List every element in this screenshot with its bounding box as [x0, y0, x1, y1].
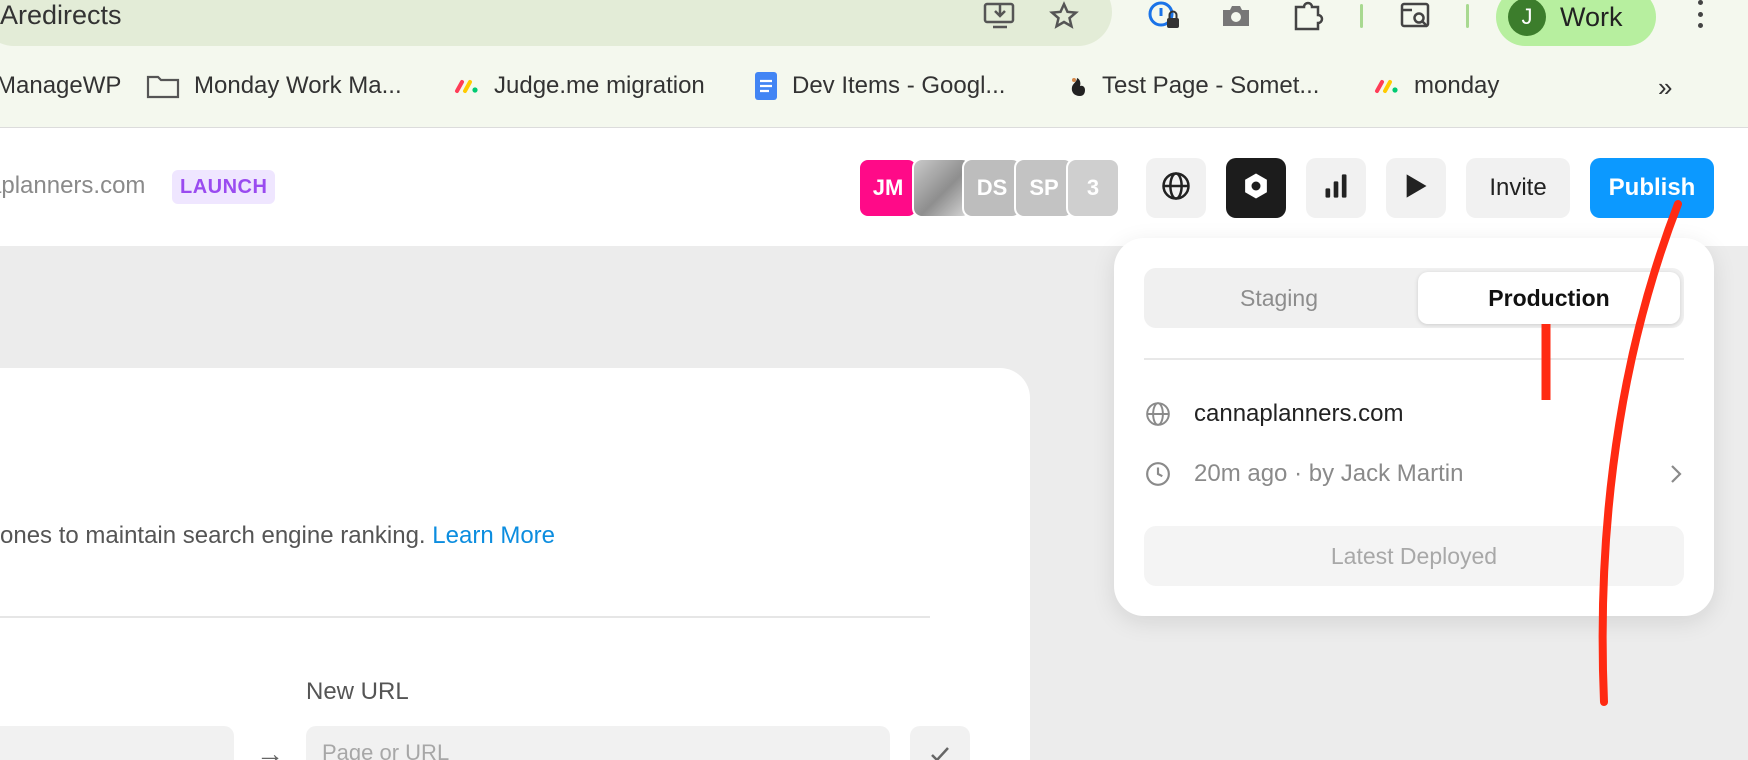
play-icon — [1403, 172, 1429, 205]
clock-icon — [1144, 460, 1172, 488]
production-domain-row[interactable]: cannaplanners.com — [1144, 394, 1684, 434]
bookmark-managewp[interactable]: ManageWP — [0, 66, 121, 106]
preview-button[interactable] — [1386, 158, 1446, 218]
profile-name: Work — [1560, 1, 1623, 32]
bookmarks-overflow-icon[interactable]: » — [1658, 72, 1672, 103]
globe-icon — [1144, 400, 1172, 428]
camera-icon[interactable] — [1216, 0, 1256, 32]
app-header: aplanners.com LAUNCH JM DS SP 3 Invite P… — [0, 128, 1748, 246]
install-app-icon[interactable] — [980, 0, 1020, 32]
hexagon-gear-icon — [1241, 171, 1271, 206]
password-manager-icon[interactable] — [1144, 0, 1184, 32]
confirm-redirect-button[interactable] — [910, 726, 970, 760]
google-docs-icon — [754, 71, 778, 101]
tab-search-icon[interactable] — [1396, 0, 1436, 32]
project-site-name[interactable]: aplanners.com — [0, 172, 145, 200]
chevron-right-icon[interactable] — [1668, 462, 1684, 493]
monday-logo-icon — [1374, 78, 1400, 94]
browser-chrome: Aredirects J Work ManageWP Monday Work M… — [0, 0, 1748, 128]
old-url-input[interactable] — [0, 726, 234, 760]
bookmark-label: Judge.me migration — [494, 72, 705, 99]
divider — [0, 616, 930, 618]
latest-deployed-button[interactable]: Latest Deployed — [1144, 526, 1684, 586]
redirects-description: ones to maintain search engine ranking. … — [0, 522, 555, 550]
avatar[interactable]: DS — [962, 158, 1022, 218]
avatar[interactable]: JM — [858, 158, 918, 218]
avatar[interactable]: SP — [1014, 158, 1074, 218]
settings-button[interactable] — [1226, 158, 1286, 218]
bookmark-monday[interactable]: monday — [1374, 66, 1499, 106]
bookmark-test-page[interactable]: Test Page - Somet... — [1066, 66, 1319, 106]
browser-menu-icon[interactable] — [1694, 0, 1706, 28]
description-text: ones to maintain search engine ranking. — [0, 522, 426, 549]
avatar-overflow-count[interactable]: 3 — [1066, 158, 1120, 218]
bookmarks-bar: ManageWP Monday Work Ma... Judge.me migr… — [0, 66, 1748, 106]
squirrel-icon — [1066, 74, 1088, 98]
star-icon[interactable] — [1044, 0, 1084, 32]
profile-avatar: J — [1508, 0, 1546, 36]
bookmark-label: Dev Items - Googl... — [792, 72, 1006, 99]
bookmark-judgeme[interactable]: Judge.me migration — [454, 66, 705, 106]
globe-icon — [1161, 171, 1191, 206]
extensions-icon[interactable] — [1288, 0, 1328, 32]
publish-button[interactable]: Publish — [1590, 158, 1714, 218]
bookmark-label: ManageWP — [0, 72, 122, 99]
deployment-history-row[interactable]: 20m ago · by Jack Martin — [1144, 454, 1684, 494]
arrow-right-icon: → — [256, 738, 284, 760]
new-url-label: New URL — [306, 678, 409, 705]
bookmark-dev-items[interactable]: Dev Items - Googl... — [754, 66, 1005, 106]
folder-icon — [146, 73, 180, 99]
publish-popover: Staging Production cannaplanners.com 20m… — [1114, 238, 1714, 616]
environment-switcher: Staging Production — [1144, 268, 1684, 328]
profile-button[interactable]: J Work — [1496, 0, 1656, 46]
redirects-card: ones to maintain search engine ranking. … — [0, 368, 1030, 760]
check-icon — [928, 742, 952, 760]
production-domain[interactable]: cannaplanners.com — [1194, 400, 1403, 428]
bookmark-label: monday — [1414, 72, 1500, 99]
monday-logo-icon — [454, 78, 480, 94]
address-bar-text[interactable]: Aredirects — [0, 0, 122, 31]
divider — [1144, 358, 1684, 360]
toolbar-separator — [1360, 4, 1363, 28]
tab-production[interactable]: Production — [1418, 272, 1680, 324]
invite-button[interactable]: Invite — [1466, 158, 1570, 218]
deployed-info: 20m ago · by Jack Martin — [1194, 460, 1464, 487]
bookmark-label: Test Page - Somet... — [1102, 72, 1320, 99]
toolbar-separator — [1466, 4, 1469, 28]
analytics-icon — [1322, 172, 1350, 205]
site-settings-button[interactable] — [1146, 158, 1206, 218]
address-bar[interactable]: Aredirects — [0, 0, 1112, 46]
launch-badge: LAUNCH — [172, 170, 276, 204]
learn-more-link[interactable]: Learn More — [432, 522, 555, 549]
tab-staging[interactable]: Staging — [1148, 272, 1410, 324]
analytics-button[interactable] — [1306, 158, 1366, 218]
bookmark-monday-work[interactable]: Monday Work Ma... — [146, 66, 402, 106]
new-url-input[interactable]: Page or URL — [306, 726, 890, 760]
bookmark-label: Monday Work Ma... — [194, 72, 402, 99]
